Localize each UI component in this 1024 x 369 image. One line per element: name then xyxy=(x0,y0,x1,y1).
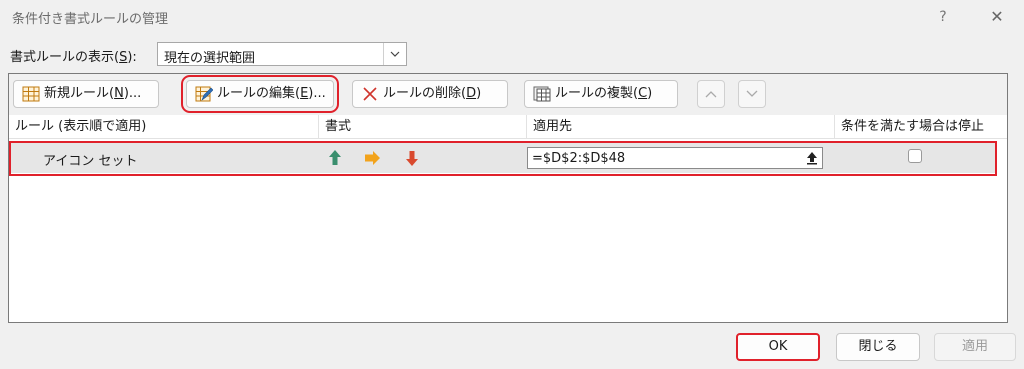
delete-rule-button[interactable]: ルールの削除(D) xyxy=(352,80,508,108)
green-up-arrow-icon xyxy=(329,150,341,165)
rule-name: アイコン セット xyxy=(43,154,138,169)
column-header-applies-to: 適用先 xyxy=(527,115,835,139)
rules-toolbar: 新規ルール(N)... ルールの編集(E)... ルールの削除(D) ルールの複… xyxy=(9,74,1007,116)
chevron-down-icon xyxy=(746,90,758,97)
collapse-dialog-icon[interactable] xyxy=(804,150,820,166)
table-grid-icon xyxy=(22,86,40,102)
column-header-format: 書式 xyxy=(319,115,527,139)
edit-rule-button[interactable]: ルールの編集(E)... xyxy=(181,75,339,113)
rule-row[interactable]: アイコン セット =$D$2:$D$48 xyxy=(11,142,996,173)
help-button[interactable]: ? xyxy=(930,4,956,30)
delete-rule-accesskey: D xyxy=(466,86,477,101)
scope-label: 書式ルールの表示(S): xyxy=(10,46,137,65)
title-bar: 条件付き書式ルールの管理 ? ✕ xyxy=(0,0,1024,34)
applies-to-value: =$D$2:$D$48 xyxy=(532,151,626,166)
stop-if-true-checkbox[interactable] xyxy=(908,149,922,163)
scope-dropdown-value: 現在の選択範囲 xyxy=(164,51,256,66)
red-down-arrow-icon xyxy=(406,151,418,166)
chevron-down-icon[interactable] xyxy=(383,43,406,65)
new-rule-suffix: )... xyxy=(123,86,142,101)
new-rule-label: 新規ルール( xyxy=(44,86,115,101)
move-down-button[interactable] xyxy=(738,80,766,108)
delete-rule-label: ルールの削除( xyxy=(383,86,467,101)
format-preview xyxy=(327,149,427,167)
edit-rule-suffix: )... xyxy=(308,86,326,101)
scope-label-suffix: ): xyxy=(127,50,137,65)
column-header-rule: ルール (表示順で適用) xyxy=(9,115,319,139)
duplicate-rule-label: ルールの複製( xyxy=(555,86,639,101)
new-rule-accesskey: N xyxy=(114,86,124,101)
duplicate-table-icon xyxy=(533,86,551,102)
edit-table-icon xyxy=(195,86,213,102)
chevron-up-icon xyxy=(705,91,717,98)
close-window-button[interactable]: ✕ xyxy=(984,4,1010,30)
duplicate-rule-suffix: ) xyxy=(647,86,653,101)
move-up-button[interactable] xyxy=(697,80,725,108)
delete-x-icon xyxy=(363,87,377,101)
applies-to-input[interactable]: =$D$2:$D$48 xyxy=(527,147,823,169)
scope-dropdown[interactable]: 現在の選択範囲 xyxy=(157,42,407,66)
duplicate-rule-accesskey: C xyxy=(638,86,648,101)
scope-label-text: 書式ルールの表示( xyxy=(10,50,120,65)
new-rule-button[interactable]: 新規ルール(N)... xyxy=(13,80,159,108)
window-title: 条件付き書式ルールの管理 xyxy=(12,12,169,27)
column-header-stop-if-true: 条件を満たす場合は停止 xyxy=(835,115,1007,139)
rules-panel: 新規ルール(N)... ルールの編集(E)... ルールの削除(D) ルールの複… xyxy=(8,73,1008,323)
duplicate-rule-button[interactable]: ルールの複製(C) xyxy=(524,80,678,108)
apply-button[interactable]: 適用 xyxy=(934,333,1016,361)
ok-button[interactable]: OK xyxy=(736,333,820,361)
edit-rule-label: ルールの編集( xyxy=(217,86,301,101)
yellow-right-arrow-icon xyxy=(365,151,380,165)
delete-rule-suffix: ) xyxy=(476,86,482,101)
close-button[interactable]: 閉じる xyxy=(836,333,920,361)
